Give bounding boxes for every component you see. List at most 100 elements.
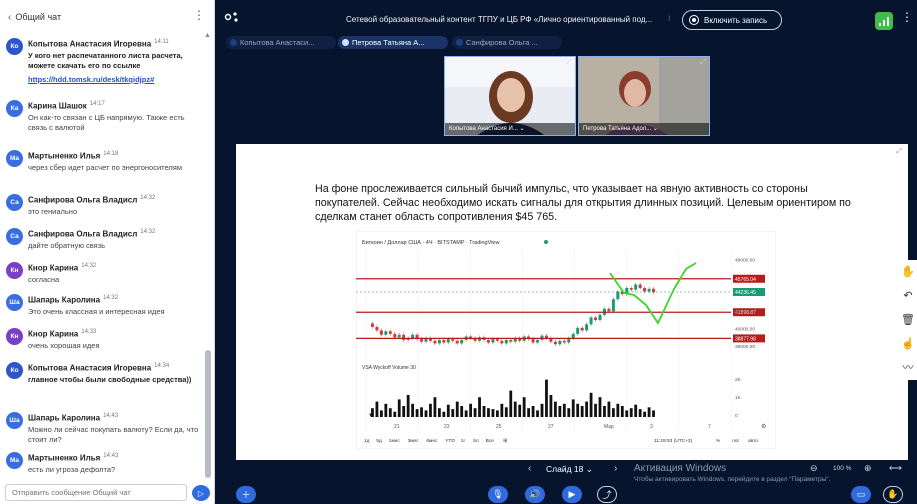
chevron-left-icon[interactable]: ‹: [528, 463, 531, 474]
avatar[interactable]: Са: [6, 228, 23, 245]
volume-bar: [397, 399, 401, 417]
fullscreen-icon[interactable]: ⤢: [896, 148, 902, 156]
message-author: Копытова Анастасия Игоревна 14:34: [28, 363, 170, 373]
trash-icon[interactable]: 🗑: [899, 308, 917, 332]
chat-scrollbar[interactable]: ▲: [204, 32, 211, 478]
send-icon: ▷: [197, 488, 205, 498]
timeframe-button[interactable]: 5д: [376, 438, 382, 444]
message-link[interactable]: https://hdd.tomsk.ru/desk/tkqidjpz#: [28, 75, 154, 84]
volume-bar: [446, 404, 450, 417]
participant-tab-active[interactable]: Петрова Татьяна А...: [338, 36, 448, 49]
candle-body: [486, 339, 490, 343]
volume-bar: [536, 410, 539, 417]
candle-body: [576, 327, 580, 334]
volume-bar: [585, 401, 589, 417]
draw-icon[interactable]: 〰: [899, 356, 917, 380]
more-vertical-icon[interactable]: ⋮: [193, 8, 205, 22]
timeframe-button[interactable]: 1г: [461, 438, 466, 444]
expand-icon[interactable]: ⤢: [566, 59, 572, 67]
date-range-icon[interactable]: ⊞: [503, 438, 507, 444]
record-label: Включить запись: [704, 15, 768, 25]
scale-button[interactable]: авто: [748, 439, 758, 444]
raise-hand-button[interactable]: ✋: [883, 486, 903, 503]
timeframe-button[interactable]: 1мес: [389, 438, 401, 444]
settings-icon[interactable]: ⚙: [761, 423, 766, 430]
record-button[interactable]: Включить запись: [682, 10, 782, 30]
participant-avatar-icon: [230, 39, 237, 46]
timeframe-button[interactable]: 5л: [473, 438, 479, 444]
price-level-label: 45765.04: [735, 277, 756, 283]
send-button[interactable]: ▷: [192, 485, 210, 501]
fit-width-icon[interactable]: ⟷: [889, 463, 902, 474]
candle-body: [638, 284, 642, 288]
zoom-out-icon[interactable]: ⊖: [810, 463, 818, 474]
chat-scrollbar-thumb[interactable]: [205, 350, 211, 478]
timeframe-button[interactable]: 1д: [364, 438, 370, 444]
message-text: Можно ли сейчас покупать валюту? Если да…: [28, 425, 199, 444]
candle-body: [402, 334, 406, 340]
avatar[interactable]: Ма: [6, 452, 23, 469]
message-time: 14:32: [81, 263, 97, 269]
scroll-up-icon[interactable]: ▲: [204, 32, 211, 39]
participant-tab[interactable]: Копытова Анастаси...: [226, 36, 336, 49]
avatar[interactable]: Кн: [6, 262, 23, 279]
avatar[interactable]: Ша: [6, 294, 23, 311]
timeframe-button[interactable]: 3мес: [408, 438, 420, 444]
microphone-button[interactable]: 🎙: [488, 486, 508, 503]
volume-bar: [406, 395, 410, 417]
microphone-icon: 🎙: [492, 489, 504, 499]
candle-body: [629, 287, 633, 290]
chart-svg: Биткоин / Доллар США · 4Ч · BITSTAMP · T…: [356, 231, 776, 449]
message-text: дайте обратную связь: [28, 241, 106, 250]
hand-icon[interactable]: ✋: [899, 260, 917, 284]
chevron-left-icon[interactable]: ‹: [8, 12, 11, 23]
message-text: очень хорошая идея: [28, 341, 100, 350]
message-time: 14:33: [81, 329, 97, 335]
avatar[interactable]: Ма: [6, 150, 23, 167]
timeframe-button[interactable]: YTD: [445, 438, 455, 444]
volume-bar: [379, 410, 383, 417]
volume-bar: [638, 409, 642, 417]
candle-body: [388, 331, 392, 334]
chevron-right-icon[interactable]: ›: [614, 463, 617, 474]
timeframe-button[interactable]: Все: [486, 438, 495, 444]
candle-body: [451, 339, 455, 341]
presentation-button[interactable]: ▭: [851, 486, 871, 503]
video-tile[interactable]: ⤢ Копытова Анастасия И... ⌄: [444, 56, 576, 136]
candle-body: [446, 339, 450, 343]
volume-bar: [607, 401, 611, 417]
avatar[interactable]: Ка: [6, 100, 23, 117]
slide-number[interactable]: Слайд 18 ⌄: [546, 464, 593, 475]
screen-share-button[interactable]: ⤴: [597, 486, 617, 503]
participant-tab[interactable]: Санфирова Ольга ...: [452, 36, 562, 49]
candle-body: [553, 341, 557, 345]
avatar[interactable]: Ко: [6, 362, 23, 379]
speaker-button[interactable]: 🔊: [525, 486, 545, 503]
undo-icon[interactable]: ↶: [899, 284, 917, 308]
avatar[interactable]: Кн: [6, 328, 23, 345]
pointer-icon[interactable]: ☝: [899, 332, 917, 356]
slide-paragraph: На фоне прослеживается сильный бычий имп…: [315, 183, 851, 223]
candle-body: [442, 339, 446, 343]
camera-button[interactable]: ▶: [562, 486, 582, 503]
connection-quality-icon[interactable]: [875, 12, 893, 30]
chat-message-input[interactable]: [5, 484, 187, 501]
avatar[interactable]: Ко: [6, 38, 23, 55]
expand-icon[interactable]: ⤢: [700, 59, 706, 67]
more-vertical-icon[interactable]: ⋮: [901, 10, 913, 24]
timeframe-button[interactable]: 6мес: [426, 438, 438, 444]
scale-button[interactable]: %: [716, 438, 721, 444]
title-separator: ⁝: [668, 14, 671, 23]
x-tick-label: 23: [444, 424, 450, 430]
volume-bar: [393, 411, 397, 417]
volume-bar: [504, 407, 508, 417]
add-button[interactable]: ＋: [236, 486, 256, 503]
candle-body: [437, 339, 441, 344]
zoom-in-icon[interactable]: ⊕: [864, 463, 872, 474]
avatar[interactable]: Са: [6, 194, 23, 211]
scale-button[interactable]: лог: [732, 439, 740, 444]
video-tile[interactable]: ⤢ Петрова Татьяна Адол... ⌄: [578, 56, 710, 136]
volume-bar: [643, 411, 647, 417]
avatar[interactable]: Ша: [6, 412, 23, 429]
message-time: 14:17: [89, 101, 105, 107]
